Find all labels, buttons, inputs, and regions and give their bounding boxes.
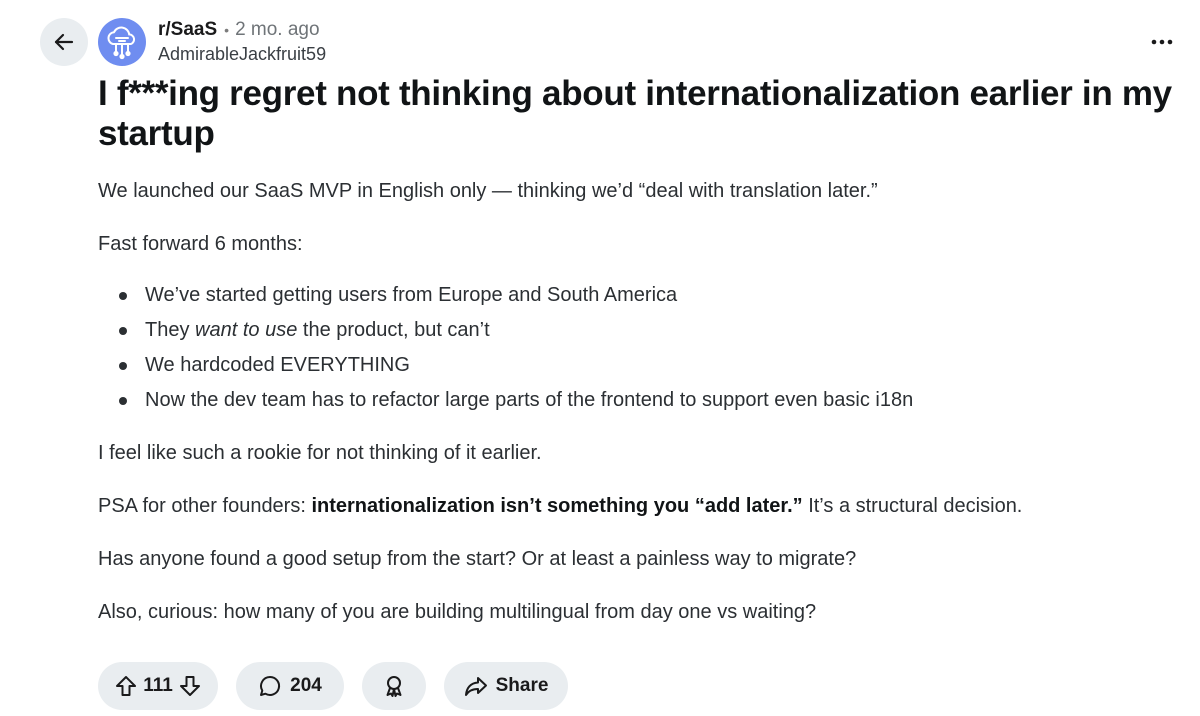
- list-item: We’ve started getting users from Europe …: [119, 278, 1178, 313]
- vote-control: 111: [98, 662, 218, 710]
- more-horizontal-icon: [1151, 39, 1173, 45]
- body-psa: PSA for other founders: internationaliza…: [98, 493, 1178, 519]
- body-reflection: I feel like such a rookie for not thinki…: [98, 442, 542, 464]
- list-item: We hardcoded EVERYTHING: [119, 348, 1178, 383]
- post-age: 2 mo. ago: [235, 19, 320, 40]
- back-button[interactable]: [40, 18, 88, 66]
- post-page: r/SaaS • 2 mo. ago AdmirableJackfruit59 …: [0, 0, 1200, 716]
- award-button[interactable]: [362, 662, 426, 710]
- psa-bold: internationalization isn’t something you…: [311, 495, 803, 517]
- subreddit-avatar[interactable]: [98, 18, 146, 66]
- more-options-button[interactable]: [1144, 30, 1180, 54]
- post-body: We launched our SaaS MVP in English only…: [98, 178, 1178, 652]
- emphasis-text: want to use: [195, 319, 298, 341]
- bullet-text: the product, but can’t: [297, 319, 490, 341]
- speech-bubble-icon: [258, 674, 282, 698]
- body-question-1: Has anyone found a good setup from the s…: [98, 548, 857, 570]
- subreddit-link[interactable]: r/SaaS: [158, 19, 217, 41]
- body-intro: We launched our SaaS MVP in English only…: [98, 180, 878, 202]
- bullet-text: They: [145, 319, 196, 341]
- bullet-list: We’ve started getting users from Europe …: [119, 278, 1178, 418]
- author-link[interactable]: AdmirableJackfruit59: [158, 44, 326, 65]
- share-label: Share: [495, 675, 549, 696]
- share-button[interactable]: Share: [444, 662, 568, 710]
- vote-score: 111: [143, 675, 173, 696]
- award-ribbon-icon: [382, 674, 406, 698]
- post-meta: r/SaaS • 2 mo. ago AdmirableJackfruit59: [158, 19, 326, 65]
- list-item: Now the dev team has to refactor large p…: [119, 383, 1178, 418]
- action-bar: 111 204 Share: [98, 662, 568, 710]
- comments-button[interactable]: 204: [236, 662, 344, 710]
- arrow-up-icon[interactable]: [115, 675, 137, 697]
- cloud-network-icon: [102, 22, 142, 62]
- body-lead: Fast forward 6 months:: [98, 233, 303, 255]
- post-title: I f***ing regret not thinking about inte…: [98, 74, 1172, 153]
- comment-count: 204: [290, 675, 322, 696]
- meta-separator: •: [224, 21, 230, 38]
- arrow-down-icon[interactable]: [179, 675, 201, 697]
- share-arrow-icon: [464, 675, 488, 697]
- body-question-2: Also, curious: how many of you are build…: [98, 601, 817, 623]
- psa-suffix: It’s a structural decision.: [802, 495, 1023, 517]
- psa-prefix: PSA for other founders:: [98, 495, 312, 517]
- list-item: They want to use the product, but can’t: [119, 313, 1178, 348]
- arrow-left-icon: [53, 31, 75, 53]
